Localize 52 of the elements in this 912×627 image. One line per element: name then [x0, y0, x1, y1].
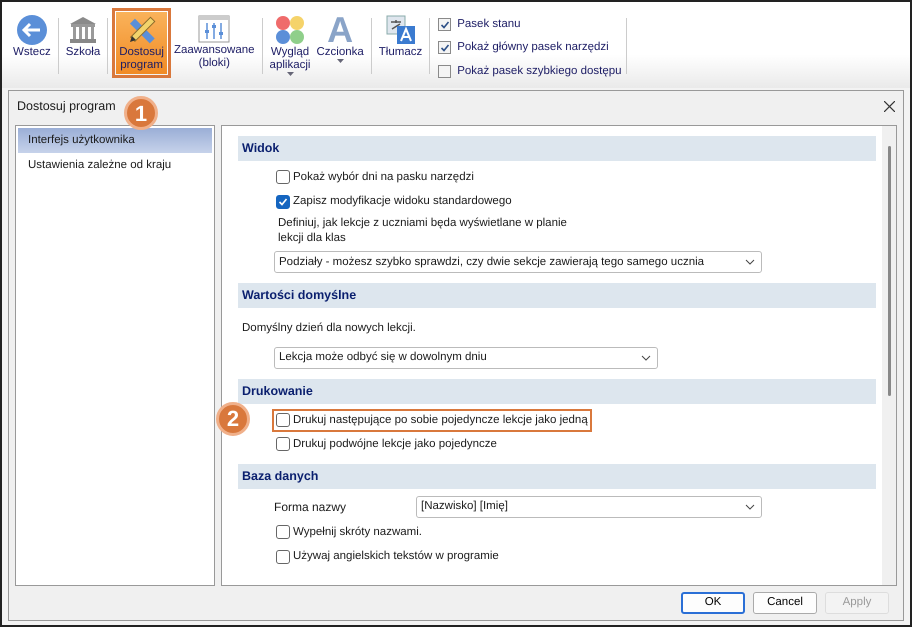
dropdown-field[interactable]: Podziały - możesz szybko sprawdzi, czy dwie sekcje zawierają tego samego ucznia	[274, 251, 762, 274]
ribbon-button[interactable]: Wstecz	[10, 12, 54, 62]
checkbox[interactable]	[276, 525, 290, 540]
dropdown-field[interactable]: Lekcja może odbyć się w dowolnym dniu	[274, 346, 658, 369]
section-header: Drukowanie	[238, 378, 876, 404]
checkbox-label: Zapisz modyfikacje widoku standardowego	[293, 194, 512, 209]
checkbox[interactable]	[438, 18, 452, 32]
translate-icon	[384, 14, 416, 46]
caret-icon	[336, 59, 344, 64]
sliders-icon	[197, 14, 232, 44]
ribbon-button[interactable]: Zaawansowane (bloki)	[170, 12, 258, 72]
field-label: Forma nazwy	[274, 498, 348, 516]
checkbox[interactable]	[276, 413, 290, 428]
checkbox-label: Używaj angielskich tekstów w programie	[293, 549, 499, 564]
caret-icon	[286, 72, 294, 76]
font-letter-icon: A	[327, 14, 354, 46]
nav-item[interactable]: Ustawienia zależne od kraju	[18, 153, 212, 178]
checkbox[interactable]	[276, 194, 290, 209]
description-text: Domyślny dzień dla nowych lekcji.	[242, 320, 417, 336]
scrollbar[interactable]	[882, 126, 896, 585]
checkbox-label: Drukuj następujące po sobie pojedyncze lekcje jako jedną	[293, 412, 588, 428]
checkbox-label: Pokaż pasek szybkiego dostępu	[457, 64, 622, 78]
dropdown-field[interactable]: [Nazwisko] [Imię]	[416, 496, 762, 518]
checkbox[interactable]	[438, 41, 452, 54]
chevron-icon	[745, 504, 755, 510]
checkbox-label: Pokaż główny pasek narzędzi	[457, 40, 609, 56]
ribbon-button[interactable]: Tłumacz	[376, 12, 426, 62]
section-header: Baza danych	[238, 464, 876, 489]
color-circles-icon	[274, 14, 306, 46]
checkbox-label: Drukuj podwójne lekcje jako pojedyncze	[293, 436, 497, 452]
callout-marker: 2	[216, 402, 250, 436]
checkbox[interactable]	[276, 170, 290, 184]
checkbox-label: Wypełnij skróty nazwami.	[293, 524, 422, 540]
checkbox-label: Pokaż wybór dni na pasku narzędzi	[293, 170, 474, 185]
section-header: Wartości domyślne	[238, 283, 876, 308]
checkbox[interactable]	[276, 437, 290, 452]
chevron-icon	[641, 354, 651, 361]
ribbon-button[interactable]: A Czcionka	[313, 12, 367, 64]
checkbox[interactable]	[438, 64, 452, 78]
dialog-button[interactable]: Cancel	[753, 592, 817, 614]
close-icon[interactable]	[884, 100, 895, 112]
chevron-icon	[745, 259, 755, 266]
checkbox-label: Pasek stanu	[457, 17, 521, 32]
description-text: Definiuj, jak lekcje z uczniami będa wyświetlane w planie lekcji dla klas	[278, 216, 568, 246]
dialog-button[interactable]: OK	[681, 592, 745, 614]
ribbon-button[interactable]: Szkoła	[62, 12, 104, 62]
ribbon-button[interactable]: Dostosuj program	[116, 12, 167, 74]
checkbox[interactable]	[276, 550, 290, 564]
section-header: Widok	[238, 136, 876, 161]
ribbon-button[interactable]: Wygląd aplikacji	[266, 12, 314, 76]
nav-item[interactable]: Interfejs użytkownika	[18, 128, 212, 154]
dialog-title: Dostosuj program	[17, 98, 116, 115]
